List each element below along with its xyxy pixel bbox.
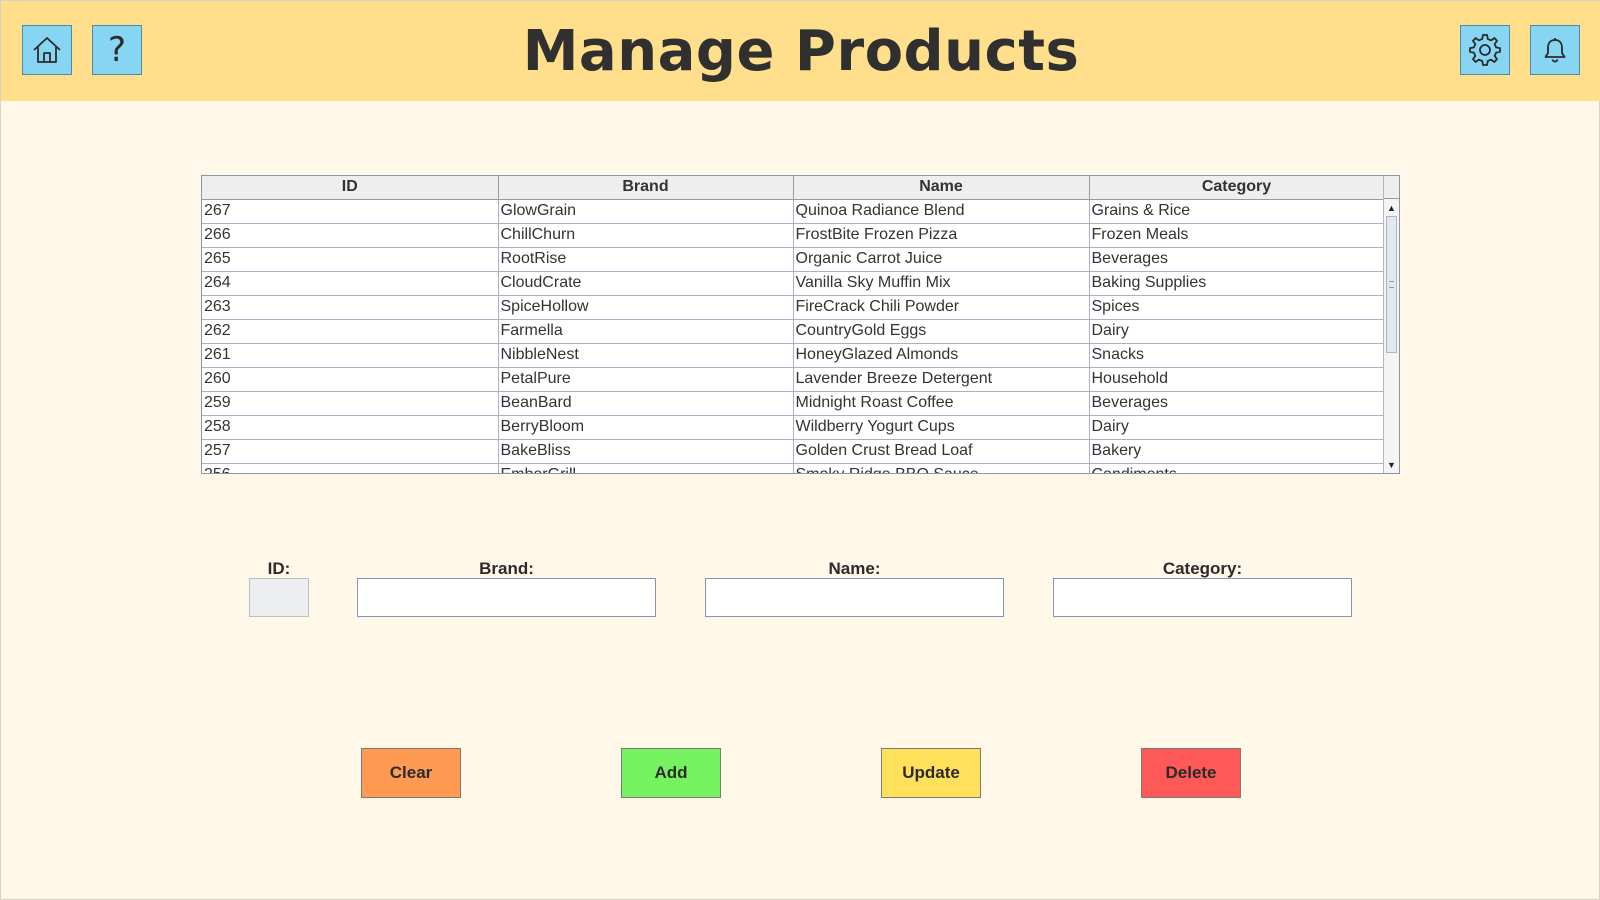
column-header-name[interactable]: Name — [793, 176, 1090, 200]
cell-category[interactable]: Household — [1089, 367, 1385, 392]
cell-id[interactable]: 265 — [202, 247, 499, 272]
name-field[interactable] — [705, 578, 1004, 617]
cell-id[interactable]: 257 — [202, 439, 499, 464]
cell-id[interactable]: 267 — [202, 199, 499, 224]
cell-id[interactable]: 264 — [202, 271, 499, 296]
cell-name[interactable]: Midnight Roast Coffee — [793, 391, 1090, 416]
name-label: Name: — [828, 559, 881, 578]
cell-category[interactable]: Spices — [1089, 295, 1385, 320]
cell-category[interactable]: Baking Supplies — [1089, 271, 1385, 296]
cell-brand[interactable]: ChillChurn — [498, 223, 794, 248]
header-bar: ? Manage Products — [1, 1, 1600, 101]
cell-id[interactable]: 261 — [202, 343, 499, 368]
cell-brand[interactable]: Farmella — [498, 319, 794, 344]
cell-brand[interactable]: PetalPure — [498, 367, 794, 392]
cell-id[interactable]: 260 — [202, 367, 499, 392]
column-header-category[interactable]: Category — [1089, 176, 1385, 200]
table-row[interactable]: 258 BerryBloom Wildberry Yogurt Cups Dairy — [202, 415, 1385, 440]
cell-id[interactable]: 256 — [202, 463, 499, 473]
table-row[interactable]: 259 BeanBard Midnight Roast Coffee Beverage… — [202, 391, 1385, 416]
table-row[interactable]: 264 CloudCrate Vanilla Sky Muffin Mix Bakin… — [202, 271, 1385, 296]
cell-name[interactable]: Golden Crust Bread Loaf — [793, 439, 1090, 464]
bell-icon — [1544, 38, 1566, 63]
clear-button[interactable]: Clear — [361, 748, 461, 798]
column-header-brand[interactable]: Brand — [498, 176, 794, 200]
cell-name[interactable]: Organic Carrot Juice — [793, 247, 1090, 272]
update-button[interactable]: Update — [881, 748, 981, 798]
delete-button[interactable]: Delete — [1141, 748, 1241, 798]
category-field[interactable] — [1053, 578, 1352, 617]
brand-field[interactable] — [357, 578, 656, 617]
table-row[interactable]: 266 ChillChurn FrostBite Frozen Pizza Froze… — [202, 223, 1385, 248]
cell-category[interactable]: Snacks — [1089, 343, 1385, 368]
table-row[interactable]: 265 RootRise Organic Carrot Juice Beverages — [202, 247, 1385, 272]
cell-name[interactable]: Quinoa Radiance Blend — [793, 199, 1090, 224]
cell-brand[interactable]: NibbleNest — [498, 343, 794, 368]
scroll-down-arrow-icon[interactable]: ▼ — [1384, 457, 1399, 473]
cell-category[interactable]: Grains & Rice — [1089, 199, 1385, 224]
table-row[interactable]: 262 Farmella CountryGold Eggs Dairy — [202, 319, 1385, 344]
cell-name[interactable]: Wildberry Yogurt Cups — [793, 415, 1090, 440]
id-label: ID: — [267, 559, 291, 578]
table-row[interactable]: 267 GlowGrain Quinoa Radiance Blend Grains … — [202, 199, 1385, 224]
cell-category[interactable]: Dairy — [1089, 415, 1385, 440]
page-title: Manage Products — [522, 19, 1080, 84]
table-row[interactable]: 257 BakeBliss Golden Crust Bread Loaf Baker… — [202, 439, 1385, 464]
cell-id[interactable]: 266 — [202, 223, 499, 248]
vertical-scrollbar[interactable]: ▲ ▼ — [1383, 176, 1399, 473]
cell-name[interactable]: Lavender Breeze Detergent — [793, 367, 1090, 392]
cell-brand[interactable]: CloudCrate — [498, 271, 794, 296]
cell-category[interactable]: Beverages — [1089, 247, 1385, 272]
cell-id[interactable]: 259 — [202, 391, 499, 416]
cell-name[interactable]: Vanilla Sky Muffin Mix — [793, 271, 1090, 296]
cell-name[interactable]: CountryGold Eggs — [793, 319, 1090, 344]
category-label: Category: — [1162, 559, 1243, 578]
products-table[interactable]: ID Brand Name Category 267 GlowGrain Quino… — [201, 175, 1400, 474]
cell-id[interactable]: 263 — [202, 295, 499, 320]
cell-category[interactable]: Dairy — [1089, 319, 1385, 344]
cell-category[interactable]: Frozen Meals — [1089, 223, 1385, 248]
cell-name[interactable]: FireCrack Chili Powder — [793, 295, 1090, 320]
settings-button[interactable] — [1460, 25, 1510, 75]
cell-id[interactable]: 262 — [202, 319, 499, 344]
cell-brand[interactable]: BakeBliss — [498, 439, 794, 464]
table-row[interactable]: 256EmberGrillSmoky Ridge BBQ SauceCondim… — [202, 463, 1385, 473]
scrollbar-corner — [1384, 176, 1399, 199]
id-field[interactable] — [249, 578, 309, 617]
table-row[interactable]: 260 PetalPure Lavender Breeze Detergent Hou… — [202, 367, 1385, 392]
add-button[interactable]: Add — [621, 748, 721, 798]
cell-brand[interactable]: BeanBard — [498, 391, 794, 416]
cell-category[interactable]: Beverages — [1089, 391, 1385, 416]
table-body: 267 GlowGrain Quinoa Radiance Blend Grains … — [202, 199, 1385, 473]
column-header-id[interactable]: ID — [202, 176, 499, 200]
table-row[interactable]: 261 NibbleNest HoneyGlazed Almonds Snacks — [202, 343, 1385, 368]
cell-id[interactable]: 258 — [202, 415, 499, 440]
cell-brand[interactable]: BerryBloom — [498, 415, 794, 440]
cell-category[interactable]: Condiments — [1089, 463, 1385, 473]
scrollbar-thumb[interactable] — [1386, 216, 1397, 353]
table-row[interactable]: 263 SpiceHollow FireCrack Chili Powder Spic… — [202, 295, 1385, 320]
cell-name[interactable]: HoneyGlazed Almonds — [793, 343, 1090, 368]
cell-brand[interactable]: SpiceHollow — [498, 295, 794, 320]
notifications-button[interactable] — [1530, 25, 1580, 75]
gear-icon — [1469, 34, 1501, 66]
cell-category[interactable]: Bakery — [1089, 439, 1385, 464]
brand-label: Brand: — [479, 559, 534, 578]
scroll-up-arrow-icon[interactable]: ▲ — [1384, 200, 1399, 216]
table-header-row: ID Brand Name Category — [202, 176, 1385, 200]
cell-brand[interactable]: RootRise — [498, 247, 794, 272]
cell-brand[interactable]: GlowGrain — [498, 199, 794, 224]
cell-name[interactable]: Smoky Ridge BBQ Sauce — [793, 463, 1090, 473]
cell-name[interactable]: FrostBite Frozen Pizza — [793, 223, 1090, 248]
cell-brand[interactable]: EmberGrill — [498, 463, 794, 473]
